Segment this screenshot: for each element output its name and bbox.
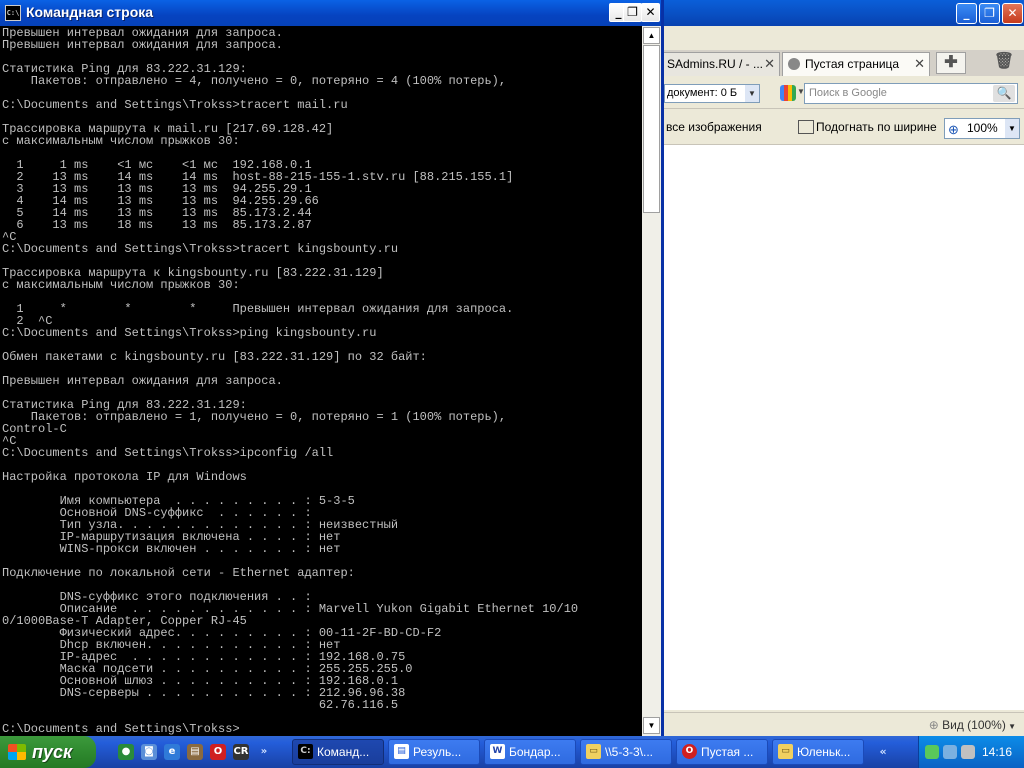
chevron-down-icon: ▼: [1005, 722, 1016, 731]
command-prompt-window: C:\ Командная строка _ ❐ ✕ Превышен инте…: [0, 0, 664, 736]
document-size-field[interactable]: документ: 0 Б ▼: [664, 84, 760, 103]
search-placeholder: Поиск в Google: [809, 87, 887, 99]
google-icon[interactable]: [780, 85, 796, 101]
document-icon: ▤: [394, 744, 409, 759]
close-icon[interactable]: ✕: [764, 53, 775, 75]
word-icon: W: [490, 744, 505, 759]
tray-app-icon[interactable]: [943, 745, 957, 759]
close-icon[interactable]: ✕: [914, 53, 925, 75]
browser-toolbar: документ: 0 Б ▼ ▼ Поиск в Google 🔍: [640, 78, 1024, 109]
zoom-select[interactable]: ⊕ 100% ▼: [944, 118, 1020, 139]
task-cmd[interactable]: C: Команд...: [292, 739, 384, 765]
globe-icon: [788, 58, 800, 70]
ie-icon[interactable]: e: [164, 744, 180, 760]
new-tab-button[interactable]: ✚: [936, 52, 966, 74]
browser-tabstrip: SAdmins.RU / - ... ✕ Пустая страница ✕ ✚…: [640, 50, 1024, 76]
chevron-down-icon[interactable]: ▼: [1005, 119, 1019, 138]
opera-icon[interactable]: O: [210, 744, 226, 760]
fit-width-button[interactable]: Подогнать по ширине: [816, 120, 937, 134]
all-images-button[interactable]: все изображения: [666, 120, 762, 134]
zoom-value: 100%: [967, 121, 998, 135]
system-tray: 14:16: [918, 736, 1024, 768]
media-icon[interactable]: ●: [118, 744, 134, 760]
browser-window: _ ❐ ✕ SAdmins.RU / - ... ✕ Пустая страни…: [640, 0, 1024, 737]
task-results[interactable]: ▤ Резуль...: [388, 739, 480, 765]
clock[interactable]: 14:16: [982, 745, 1012, 759]
console-text: Превышен интервал ожидания для запроса. …: [2, 26, 579, 736]
windows-logo-icon: [8, 744, 26, 760]
chevron-down-icon[interactable]: ▼: [745, 85, 759, 102]
vertical-scrollbar[interactable]: ▲ ▼: [642, 26, 661, 736]
scroll-down-arrow-icon[interactable]: ▼: [643, 717, 660, 734]
scrollbar-thumb[interactable]: [643, 45, 660, 213]
task-opera-blank[interactable]: O Пустая ...: [676, 739, 768, 765]
browser-page-content: [640, 145, 1024, 710]
tab-sadmins[interactable]: SAdmins.RU / - ... ✕: [662, 52, 780, 76]
app-icon[interactable]: ◙: [141, 744, 157, 760]
start-button[interactable]: пуск: [0, 736, 96, 768]
chevron-right-icon[interactable]: »: [256, 744, 272, 760]
network-icon[interactable]: [925, 745, 939, 759]
task-bondar[interactable]: W Бондар...: [484, 739, 576, 765]
app-icon[interactable]: ▤: [187, 744, 203, 760]
status-zoom[interactable]: ⊕ Вид (100%) ▼: [929, 718, 1016, 732]
start-label: пуск: [32, 742, 73, 762]
tab-label: SAdmins.RU / - ...: [667, 57, 764, 71]
fit-width-icon: [798, 120, 814, 134]
zoom-icon: ⊕: [928, 718, 943, 732]
task-folder-yulenka[interactable]: ▭ Юленьк...: [772, 739, 864, 765]
task-network-folder[interactable]: ▭ \\5-3-3\...: [580, 739, 672, 765]
scroll-up-arrow-icon[interactable]: ▲: [643, 27, 660, 44]
browser-image-toolbar: все изображения Подогнать по ширине ⊕ 10…: [640, 112, 1024, 145]
restore-button[interactable]: ❐: [623, 3, 642, 22]
browser-minimize-button[interactable]: _: [956, 3, 977, 24]
chevron-left-icon[interactable]: «: [876, 745, 890, 759]
window-title: Командная строка: [26, 4, 154, 20]
folder-icon: ▭: [586, 744, 601, 759]
search-icon[interactable]: 🔍: [993, 85, 1015, 102]
browser-statusbar: ⊕ Вид (100%) ▼: [640, 712, 1024, 737]
search-input[interactable]: Поиск в Google 🔍: [804, 83, 1018, 104]
zoom-icon: ⊕: [948, 122, 959, 137]
cmd-icon: C:: [298, 744, 313, 759]
close-button[interactable]: ✕: [641, 3, 660, 22]
document-size-label: документ: 0 Б: [667, 87, 738, 99]
folder-icon: ▭: [778, 744, 793, 759]
tab-label: Пустая страница: [805, 57, 900, 71]
browser-maximize-button[interactable]: ❐: [979, 3, 1000, 24]
browser-titlebar: _ ❐ ✕: [640, 0, 1024, 26]
cmd-titlebar[interactable]: C:\ Командная строка _ ❐ ✕: [0, 0, 661, 26]
console-output[interactable]: Превышен интервал ожидания для запроса. …: [0, 26, 642, 736]
app-icon[interactable]: CR: [233, 744, 249, 760]
taskbar: пуск ● ◙ e ▤ O CR » C: Команд... ▤ Резул…: [0, 736, 1024, 768]
volume-icon[interactable]: [961, 745, 975, 759]
tab-blank-page[interactable]: Пустая страница ✕: [782, 52, 930, 76]
cmd-icon[interactable]: C:\: [5, 5, 21, 21]
trash-icon[interactable]: 🗑: [986, 52, 1022, 74]
browser-close-button[interactable]: ✕: [1002, 3, 1023, 24]
opera-icon: O: [682, 744, 697, 759]
